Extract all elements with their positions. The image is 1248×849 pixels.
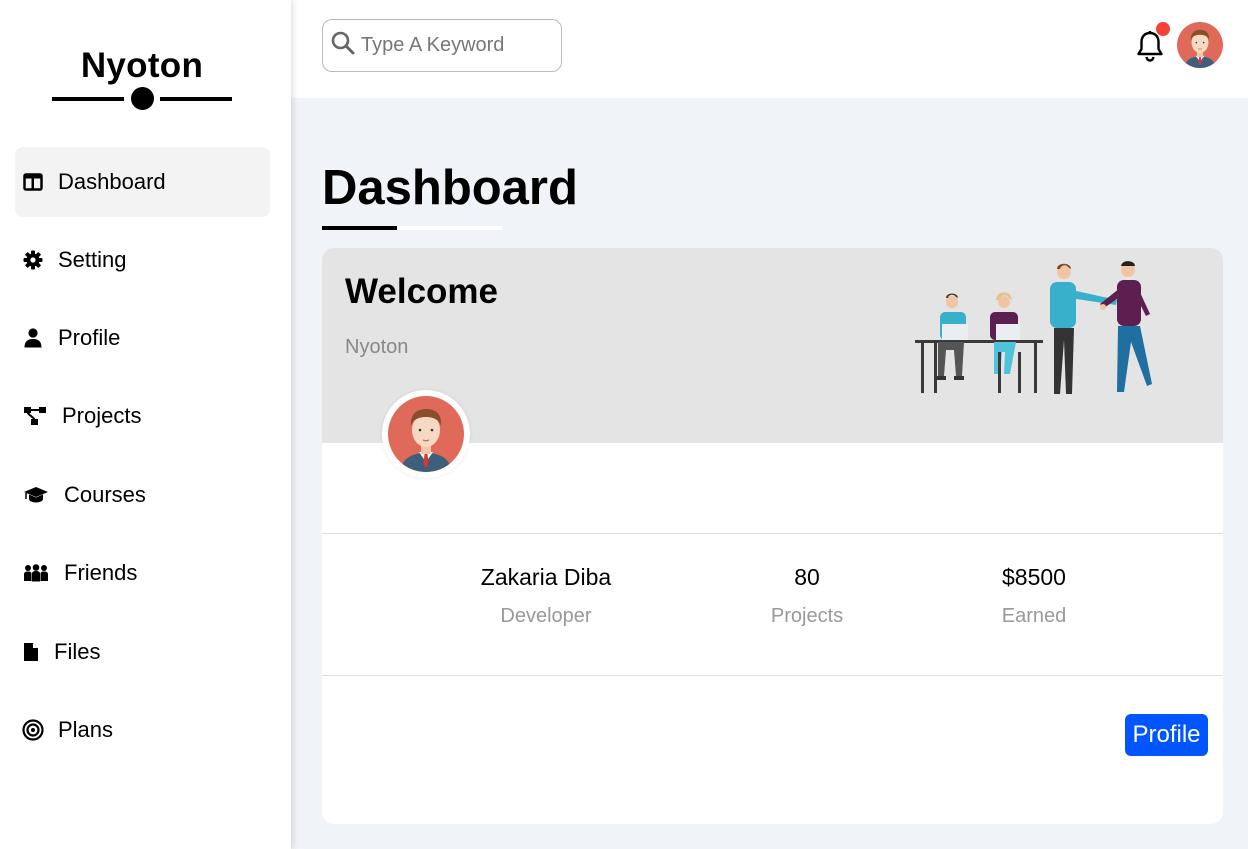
bell-icon: [1135, 31, 1165, 66]
team-illustration: [912, 260, 1172, 400]
stat-value: 80: [794, 564, 820, 590]
sidebar-item-label: Setting: [58, 247, 127, 272]
target-icon: [22, 719, 44, 741]
sidebar-item-courses[interactable]: Courses: [15, 460, 270, 530]
brand-decoration: [52, 87, 232, 110]
user-icon: [22, 327, 44, 349]
stat-label: Earned: [1001, 605, 1067, 627]
stat-earned: $8500 Earned: [982, 564, 1086, 628]
welcome-heading: Welcome: [345, 272, 499, 311]
stat-name: Zakaria Diba Developer: [462, 564, 630, 628]
stat-projects: 80 Projects: [752, 564, 862, 628]
search-box[interactable]: [322, 19, 562, 72]
avatar[interactable]: [1177, 22, 1223, 68]
sidebar-item-profile[interactable]: Profile: [15, 303, 270, 373]
diagram-icon: [22, 405, 48, 427]
sidebar-item-label: Files: [54, 639, 101, 664]
stat-value: $8500: [1002, 564, 1066, 590]
stat-value: Zakaria Diba: [480, 564, 612, 590]
notification-button[interactable]: [1135, 22, 1170, 62]
dashboard-icon: [22, 171, 44, 193]
card-avatar: [382, 390, 470, 478]
stat-label: Developer: [500, 605, 592, 627]
graduation-cap-icon: [22, 484, 50, 506]
page-title: Dashboard: [322, 161, 578, 215]
file-icon: [22, 641, 40, 663]
sidebar-item-label: Profile: [58, 325, 121, 350]
sidebar-item-dashboard[interactable]: Dashboard: [15, 147, 270, 217]
brand-logo: Nyoton: [80, 46, 204, 85]
gear-icon: [22, 249, 44, 271]
sidebar-item-plans[interactable]: Plans: [15, 695, 270, 765]
search-icon: [331, 31, 355, 60]
sidebar-item-label: Dashboard: [58, 169, 166, 194]
card-divider: [322, 533, 1223, 534]
sidebar-item-setting[interactable]: Setting: [15, 225, 270, 295]
sidebar-item-friends[interactable]: Friends: [15, 538, 270, 608]
welcome-subtitle: Nyoton: [345, 336, 409, 358]
search-input[interactable]: [361, 34, 551, 57]
sidebar-item-label: Friends: [64, 560, 138, 585]
sidebar-item-files[interactable]: Files: [15, 617, 270, 687]
people-icon: [22, 562, 50, 584]
sidebar-item-label: Courses: [64, 482, 146, 507]
sidebar-item-label: Projects: [62, 403, 142, 428]
card-divider: [322, 675, 1223, 676]
stat-label: Projects: [770, 605, 844, 627]
sidebar: Nyoton Dashboard Setting Profile Project…: [0, 0, 291, 849]
notification-badge: [1156, 22, 1170, 36]
sidebar-item-label: Plans: [58, 717, 114, 742]
top-header: [291, 0, 1248, 98]
profile-button[interactable]: Profile: [1125, 714, 1208, 756]
title-underline: [322, 226, 502, 230]
welcome-card: Welcome Nyoton Zakaria Diba Developer 80…: [322, 248, 1223, 824]
sidebar-item-projects[interactable]: Projects: [15, 381, 270, 451]
